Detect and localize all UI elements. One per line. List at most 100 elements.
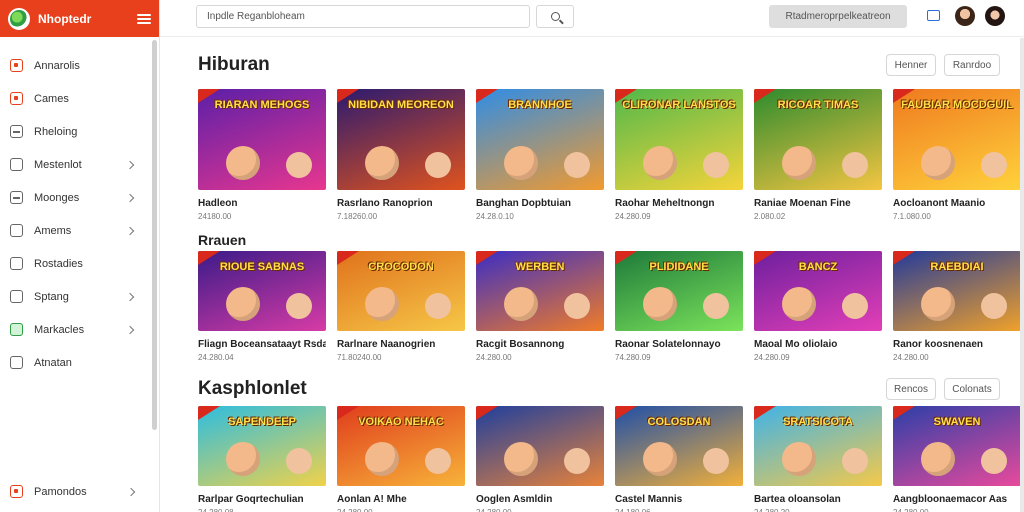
sidebar-item-rostadies[interactable]: Rostadies: [0, 247, 159, 280]
character-icon: [842, 152, 868, 178]
chevron-right-icon: [125, 292, 135, 301]
sidebar-item-annarolis[interactable]: Annarolis: [0, 49, 159, 82]
game-thumbnail[interactable]: VOIKAO NEHAC: [337, 406, 465, 486]
section-filter-button[interactable]: Rencos: [886, 378, 936, 400]
game-title[interactable]: Raniae Moenan Fine: [754, 198, 882, 209]
game-card[interactable]: RICOAR TIMAS Raniae Moenan Fine 2.080.02: [754, 89, 882, 221]
game-meta: 24.280.00: [893, 353, 929, 362]
game-title[interactable]: Rasrlano Ranoprion: [337, 198, 465, 209]
game-thumbnail[interactable]: WERBEN: [476, 251, 604, 331]
search-input[interactable]: [196, 5, 530, 28]
game-card[interactable]: NIBIDAN MEOREON Rasrlano Ranoprion 7.18260…: [337, 89, 465, 221]
section-filter-button[interactable]: Henner: [886, 54, 936, 76]
game-card[interactable]: RIOUE SABNAS Fliagn Boceansataayt Rsda 24.…: [198, 251, 326, 362]
game-meta: 2.080.02: [754, 212, 786, 221]
game-thumbnail[interactable]: FAUBIAR MOCDGUIL: [893, 89, 1021, 190]
game-thumbnail[interactable]: SWAVEN: [893, 406, 1021, 486]
game-thumbnail[interactable]: RIARAN MEHOGS: [198, 89, 326, 190]
game-card[interactable]: CROCODON Rarlnare Naanogrien 71.80240.00: [337, 251, 465, 362]
game-thumbnail[interactable]: NIBIDAN MEOREON: [337, 89, 465, 190]
game-thumbnail[interactable]: CROCODON: [337, 251, 465, 331]
game-title[interactable]: Fliagn Boceansataayt Rsda: [198, 339, 326, 350]
game-meta: 24.280.09: [754, 353, 790, 362]
character-icon: [981, 448, 1007, 474]
cast-icon[interactable]: [927, 10, 940, 21]
chevron-right-icon: [125, 226, 135, 235]
sidebar-item-amems[interactable]: Amems: [0, 214, 159, 247]
game-card[interactable]: CLIRONAR LANSTOS Raohar Meheltnongn 24.280…: [615, 89, 743, 221]
avatar[interactable]: [985, 6, 1005, 26]
section-filter-button[interactable]: Colonats: [944, 378, 1000, 400]
game-title[interactable]: Aangbloonaemacor Aas: [893, 494, 1021, 505]
sidebar-scrollbar[interactable]: [152, 40, 157, 430]
game-title[interactable]: Raonar Solatelonnayo: [615, 339, 743, 350]
game-thumbnail[interactable]: SAPENDEEP: [198, 406, 326, 486]
game-card[interactable]: BANCZ Maoal Mo oliolaio 24.280.09: [754, 251, 882, 362]
game-card[interactable]: BRANNHOE Banghan Dopbtuian 24.28.0.10: [476, 89, 604, 221]
sidebar-item-sptang[interactable]: Sptang: [0, 280, 159, 313]
character-icon: [920, 442, 955, 476]
game-card[interactable]: SRATSICOTA Bartea oloansolan 24.280.20: [754, 406, 882, 512]
game-thumbnail[interactable]: COLOSDAN: [615, 406, 743, 486]
thumbnail-banner: SRATSICOTA: [783, 416, 853, 428]
game-title[interactable]: Maoal Mo oliolaio: [754, 339, 882, 350]
game-thumbnail[interactable]: RIOUE SABNAS: [198, 251, 326, 331]
game-card[interactable]: SWAVEN Aangbloonaemacor Aas 24.280.00: [893, 406, 1021, 512]
sidebar-item-atnatan[interactable]: Atnatan: [0, 346, 159, 379]
game-thumbnail[interactable]: BANCZ: [754, 251, 882, 331]
ribbon-icon: [476, 406, 498, 420]
game-meta: 24.280.04: [198, 353, 234, 362]
game-title[interactable]: Raohar Meheltnongn: [615, 198, 743, 209]
character-icon: [425, 293, 451, 319]
sidebar-item-pamondos[interactable]: Pamondos: [0, 475, 160, 508]
game-thumbnail[interactable]: [476, 406, 604, 486]
section-filter-button[interactable]: Ranrdoo: [944, 54, 1000, 76]
game-thumbnail[interactable]: CLIRONAR LANSTOS: [615, 89, 743, 190]
game-title[interactable]: Aocloanont Maanio: [893, 198, 1021, 209]
card-row: RIARAN MEHOGS Hadleon 24180.00 NIBIDAN MEOR…: [198, 89, 1024, 221]
game-title[interactable]: Aonlan A! Mhe: [337, 494, 465, 505]
game-card[interactable]: VOIKAO NEHAC Aonlan A! Mhe 24.280.00: [337, 406, 465, 512]
thumbnail-banner: RICOAR TIMAS: [777, 99, 859, 111]
sidebar-item-rheloing[interactable]: Rheloing: [0, 115, 159, 148]
game-title[interactable]: Ooglen Asmldin: [476, 494, 604, 505]
game-title[interactable]: Banghan Dopbtuian: [476, 198, 604, 209]
game-card[interactable]: Ooglen Asmldin 24.280.00: [476, 406, 604, 512]
game-card[interactable]: WERBEN Racgit Bosannong 24.280.00: [476, 251, 604, 362]
game-thumbnail[interactable]: RICOAR TIMAS: [754, 89, 882, 190]
sidebar-item-moonges[interactable]: Moonges: [0, 181, 159, 214]
game-card[interactable]: SAPENDEEP Rarlpar Goqrtechulian 24.280.08: [198, 406, 326, 512]
page-scrollbar[interactable]: [1020, 38, 1024, 512]
game-card[interactable]: RAEBDIAI Ranor koosnenaen 24.280.00: [893, 251, 1021, 362]
sidebar-item-markacles[interactable]: Markacles: [0, 313, 159, 346]
game-thumbnail[interactable]: SRATSICOTA: [754, 406, 882, 486]
game-title[interactable]: Rarlnare Naanogrien: [337, 339, 465, 350]
game-card[interactable]: PLIDIDANE Raonar Solatelonnayo 74.280.09: [615, 251, 743, 362]
sidebar-item-cames[interactable]: Cames: [0, 82, 159, 115]
main-content: Hiburan Henner Ranrdoo RIARAN MEHOGS Hadleon…: [160, 38, 1024, 512]
game-title[interactable]: Ranor koosnenaen: [893, 339, 1021, 350]
brand-logo-icon[interactable]: [8, 7, 30, 30]
game-title[interactable]: Hadleon: [198, 198, 326, 209]
chart-icon: [10, 257, 23, 270]
character-icon: [364, 442, 399, 476]
game-card[interactable]: COLOSDAN Castel Mannis 24.180.06: [615, 406, 743, 512]
game-card[interactable]: FAUBIAR MOCDGUIL Aocloanont Maanio 7.1.080…: [893, 89, 1021, 221]
avatar[interactable]: [955, 6, 975, 26]
sidebar-item-mestenlot[interactable]: Mestenlot: [0, 148, 159, 181]
game-meta: 24.280.00: [476, 508, 604, 512]
search-icon: [550, 12, 560, 21]
game-thumbnail[interactable]: PLIDIDANE: [615, 251, 743, 331]
menu-icon[interactable]: [137, 13, 151, 24]
game-card[interactable]: RIARAN MEHOGS Hadleon 24180.00: [198, 89, 326, 221]
game-title[interactable]: Rarlpar Goqrtechulian: [198, 494, 326, 505]
thumbnail-banner: PLIDIDANE: [649, 261, 709, 273]
search-button[interactable]: [536, 5, 574, 28]
game-title[interactable]: Racgit Bosannong: [476, 339, 604, 350]
sidebar-item-label: Atnatan: [34, 356, 72, 369]
game-thumbnail[interactable]: RAEBDIAI: [893, 251, 1021, 331]
game-title[interactable]: Bartea oloansolan: [754, 494, 882, 505]
game-thumbnail[interactable]: BRANNHOE: [476, 89, 604, 190]
game-title[interactable]: Castel Mannis: [615, 494, 743, 505]
top-action-button[interactable]: Rtadmeroprpelkeatreon: [769, 5, 907, 28]
